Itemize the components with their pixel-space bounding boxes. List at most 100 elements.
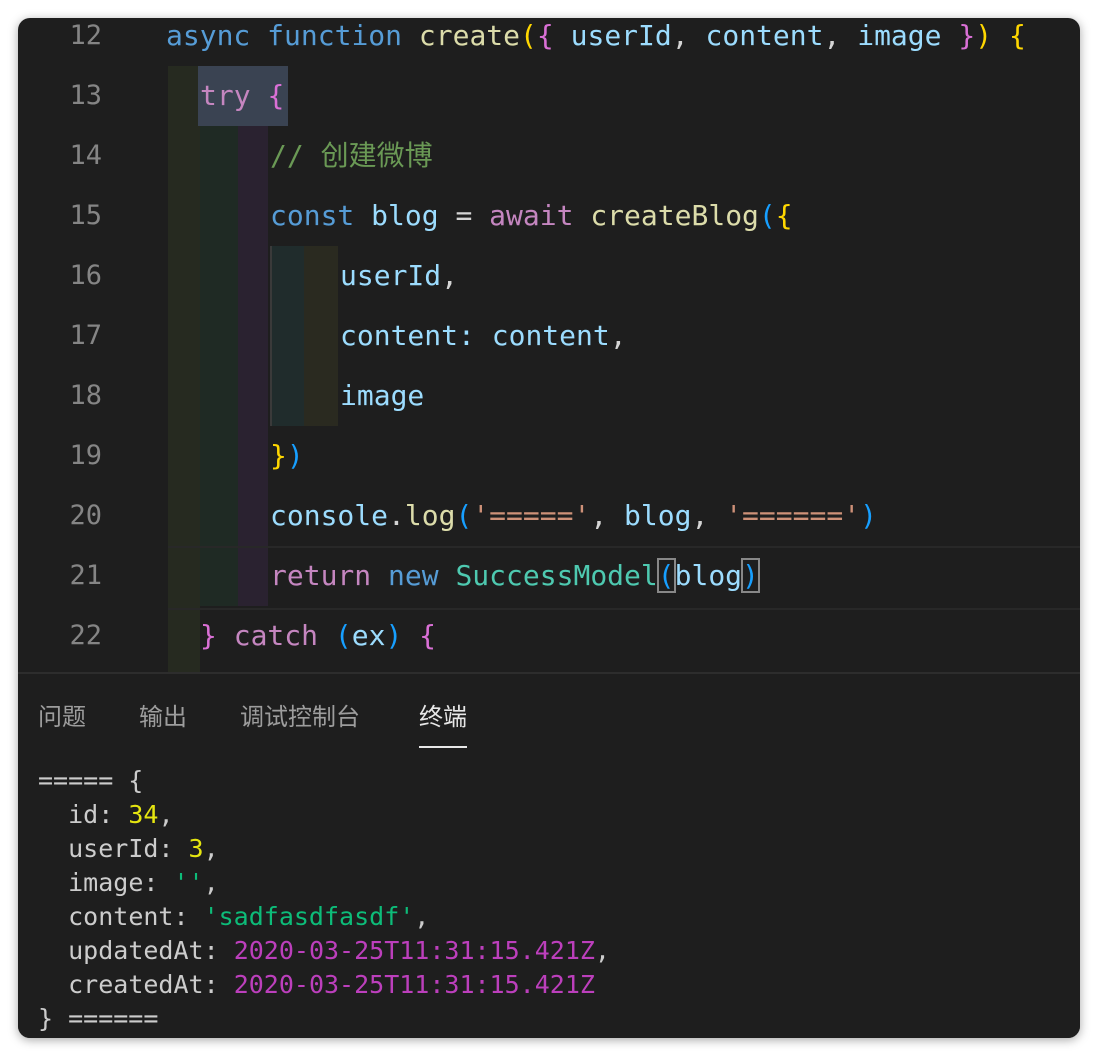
token: async [166, 19, 251, 52]
code-line[interactable]: 19 }) [18, 438, 1080, 498]
token: . [388, 499, 405, 532]
term-value: 2020-03-25T11:31:15.421Z [233, 936, 595, 965]
code-editor[interactable]: 12 async function create({ userId, conte… [18, 18, 1080, 672]
token: return [270, 559, 372, 592]
line-number: 12 [69, 20, 102, 51]
tab-debug-console[interactable]: 调试控制台 [240, 700, 360, 734]
token: create [418, 19, 521, 52]
token: , [691, 499, 709, 532]
token: console [270, 499, 389, 532]
term-value: 3 [188, 834, 204, 863]
token: { [775, 199, 793, 232]
matched-bracket: ( [656, 558, 676, 593]
comment: // 创建微博 [270, 139, 433, 172]
token: new [388, 559, 439, 592]
token: } [200, 619, 217, 652]
term-sep: : [173, 902, 204, 931]
token: { [536, 19, 554, 52]
token: { [419, 619, 437, 652]
term-sep: : [143, 868, 174, 897]
code-line[interactable]: 21 return new SuccessModel(blog) [18, 558, 1080, 618]
token: ) [975, 19, 993, 52]
term-sep: : [203, 936, 234, 965]
tab-terminal[interactable]: 终端 [419, 700, 467, 748]
token: function [267, 19, 403, 52]
term-key: image [68, 868, 144, 897]
token: ) [286, 439, 304, 472]
line-number: 22 [69, 620, 102, 651]
token: userId [570, 19, 672, 52]
term-trail: , [158, 800, 174, 829]
vscode-window: 12 async function create({ userId, conte… [18, 18, 1080, 1038]
terminal-line: ===== { [38, 766, 144, 795]
terminal-line: } ====== [38, 1004, 159, 1033]
token: ( [520, 19, 537, 52]
token: const [270, 199, 355, 232]
token: blog [674, 559, 743, 592]
term-value: '' [173, 868, 204, 897]
code-line[interactable]: 20 console.log('=====', blog, '======') [18, 498, 1080, 558]
token: } [270, 439, 287, 472]
line-number: 19 [69, 440, 102, 471]
term-sep: : [98, 800, 129, 829]
token: content [340, 319, 459, 352]
term-key: userId [68, 834, 159, 863]
code-line[interactable]: 15 const blog = await createBlog({ [18, 198, 1080, 258]
token: { [267, 79, 285, 112]
tab-problems[interactable]: 问题 [38, 700, 86, 734]
token: ) [385, 619, 403, 652]
tab-output[interactable]: 输出 [139, 700, 187, 734]
term-sep: : [203, 970, 234, 999]
token: userId [340, 259, 442, 292]
line-number: 18 [69, 380, 102, 411]
token: = [455, 199, 473, 232]
line-number: 17 [69, 320, 102, 351]
token: } [958, 19, 976, 52]
term-trail: , [203, 868, 219, 897]
term-trail: , [594, 936, 610, 965]
code-line[interactable]: 22 } catch (ex) { [18, 618, 1080, 672]
code-line[interactable]: 14 // 创建微博 [18, 138, 1080, 198]
token: ) [860, 499, 877, 532]
term-sep: : [158, 834, 189, 863]
token: ( [455, 499, 473, 532]
code-line[interactable]: 16 userId, [18, 258, 1080, 318]
token: image [857, 19, 942, 52]
token: SuccessModel [455, 559, 658, 592]
token: ex [351, 619, 386, 652]
code-line[interactable]: 17 content: content, [18, 318, 1080, 378]
term-key: id [68, 800, 99, 829]
token: : [458, 319, 475, 352]
terminal-output[interactable]: ===== { id: 34, userId: 3, image: '', co… [38, 764, 610, 1036]
term-key: content [68, 902, 174, 931]
bottom-panel: 问题 输出 调试控制台 终端 ===== { id: 34, userId: 3… [18, 672, 1080, 1038]
token: { [1008, 19, 1026, 52]
token: , [590, 499, 608, 532]
token: , [823, 19, 841, 52]
token: , [609, 319, 627, 352]
token: catch [233, 619, 319, 652]
token: blog [371, 199, 439, 232]
code-line[interactable]: 18 image [18, 378, 1080, 438]
token: ( [758, 199, 776, 232]
code-line[interactable]: 12 async function create({ userId, conte… [18, 18, 1080, 78]
token: ( [334, 619, 352, 652]
token: image [340, 379, 425, 412]
term-trail: , [414, 902, 430, 931]
token: content [491, 319, 610, 352]
term-key: updatedAt [68, 936, 204, 965]
term-value: 34 [128, 800, 159, 829]
token: log [404, 499, 456, 532]
term-key: createdAt [68, 970, 204, 999]
term-trail: , [203, 834, 219, 863]
token: content [705, 19, 824, 52]
token: , [671, 19, 689, 52]
line-number: 15 [69, 200, 102, 231]
term-value: 'sadfasdfasdf' [203, 902, 415, 931]
line-number: 20 [69, 500, 102, 531]
token: '======' [725, 499, 861, 532]
token: '=====' [472, 499, 591, 532]
code-line[interactable]: 13 try { [18, 78, 1080, 138]
token: blog [624, 499, 692, 532]
line-number: 14 [69, 140, 102, 171]
